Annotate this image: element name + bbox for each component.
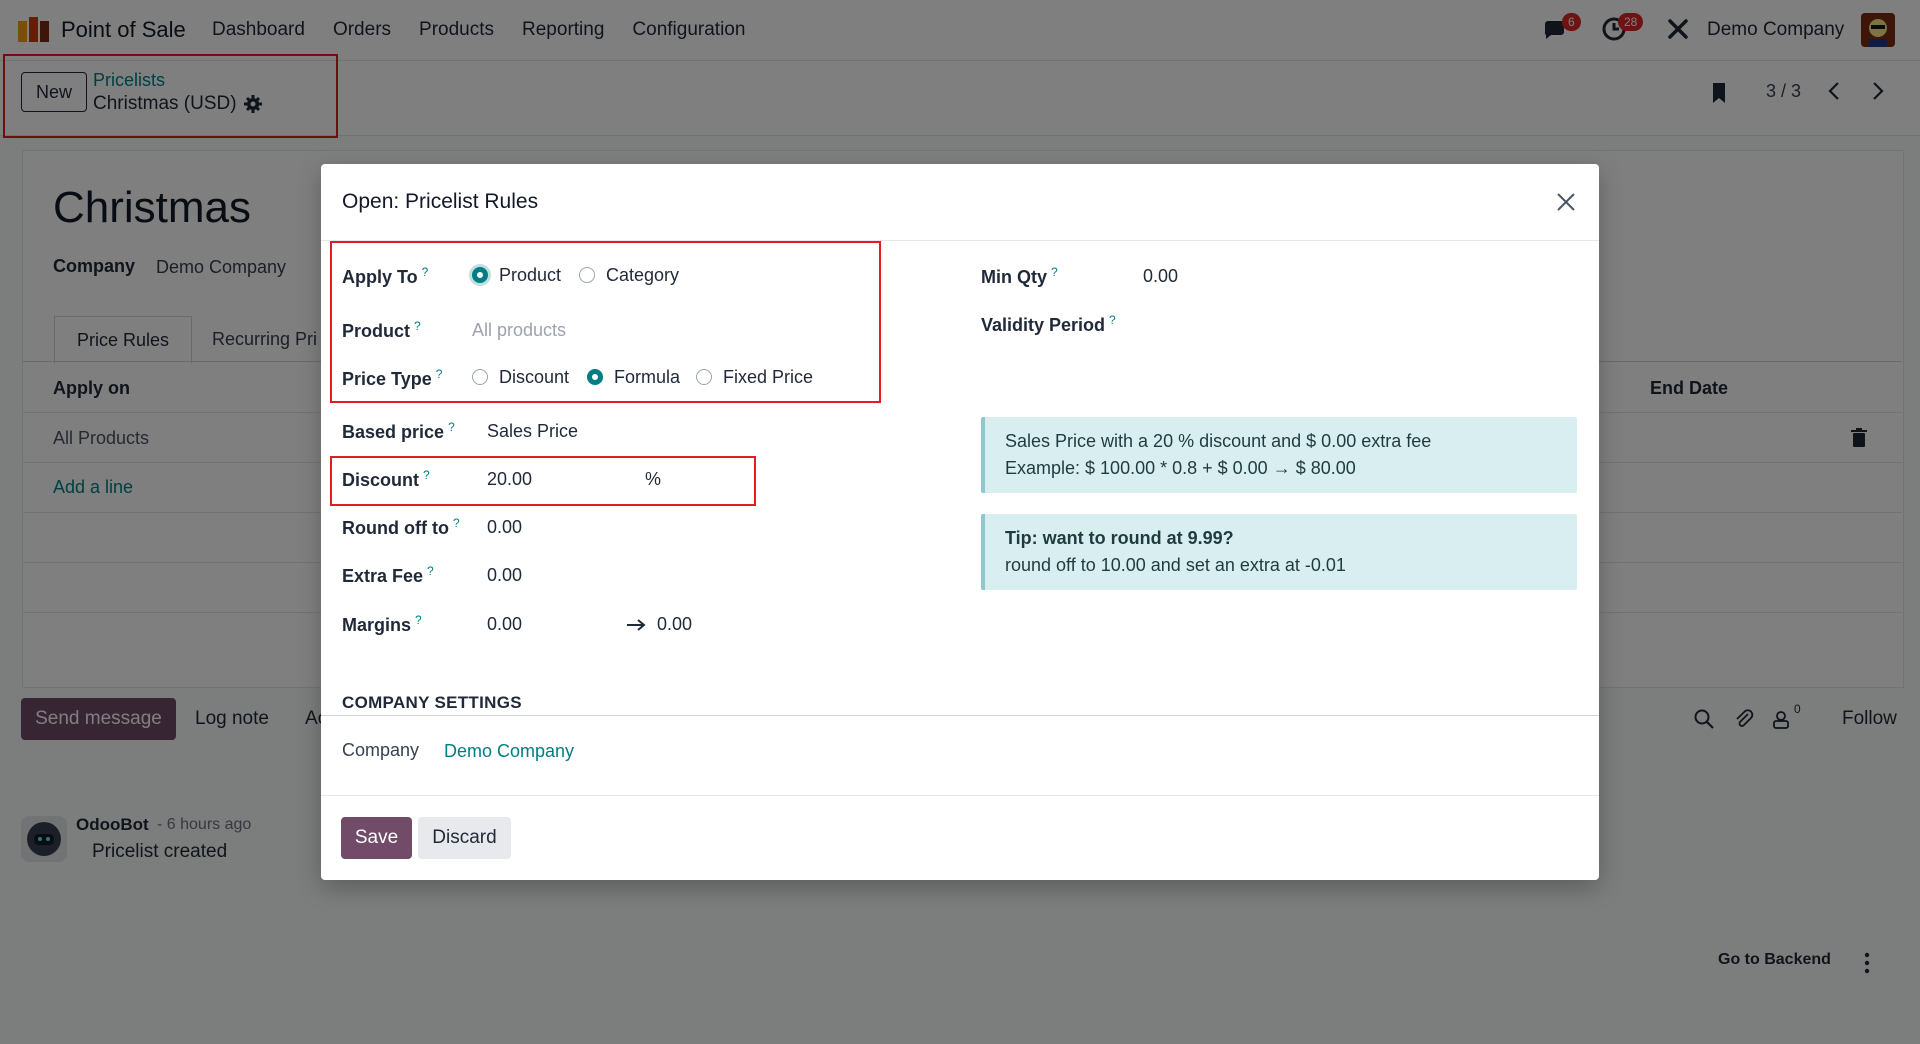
help-icon[interactable]: ? — [427, 564, 434, 578]
price-info-line1: Sales Price with a 20 % discount and $ 0… — [1005, 431, 1432, 451]
price-type-discount-radio[interactable] — [472, 369, 488, 385]
help-icon[interactable]: ? — [436, 367, 443, 381]
dialog-title: Open: Pricelist Rules — [342, 190, 539, 213]
price-type-label: Price Type? — [342, 367, 443, 389]
based-price-select[interactable]: Sales Price — [487, 421, 578, 442]
price-type-formula-radio[interactable] — [587, 369, 603, 385]
arrow-right-icon — [627, 619, 646, 631]
company-settings-value[interactable]: Demo Company — [444, 741, 574, 762]
close-icon[interactable] — [1555, 191, 1577, 213]
price-type-fixed-label[interactable]: Fixed Price — [723, 367, 813, 388]
tip-body: round off to 10.00 and set an extra at -… — [1005, 555, 1346, 575]
extra-fee-input[interactable]: 0.00 — [487, 565, 522, 586]
validity-period-label: Validity Period? — [981, 313, 1116, 335]
help-icon[interactable]: ? — [453, 516, 460, 530]
discount-unit: % — [645, 469, 662, 489]
apply-to-product-label[interactable]: Product — [499, 265, 561, 286]
help-icon[interactable]: ? — [422, 265, 429, 279]
product-label: Product? — [342, 319, 421, 341]
min-qty-label: Min Qty? — [981, 265, 1058, 287]
margins-label: Margins? — [342, 613, 422, 635]
help-icon[interactable]: ? — [1051, 265, 1058, 279]
price-type-fixed-radio[interactable] — [696, 369, 712, 385]
company-settings-title: COMPANY SETTINGS — [342, 693, 522, 712]
pricelist-rule-dialog: Open: Pricelist Rules Apply To? Product … — [321, 164, 1599, 880]
help-icon[interactable]: ? — [423, 468, 430, 482]
extra-fee-label: Extra Fee? — [342, 564, 434, 586]
discount-label: Discount? — [342, 468, 430, 490]
discount-input[interactable]: 20.00 — [487, 469, 532, 490]
discard-button[interactable]: Discard — [418, 817, 511, 859]
product-field[interactable]: All products — [472, 320, 566, 341]
min-margin-input[interactable]: 0.00 — [487, 614, 522, 635]
apply-to-product-radio[interactable] — [472, 267, 488, 283]
tip-title: Tip: want to round at 9.99? — [1005, 528, 1234, 548]
price-type-discount-label[interactable]: Discount — [499, 367, 569, 388]
save-button[interactable]: Save — [341, 817, 412, 859]
dialog-footer-divider — [321, 795, 1599, 796]
apply-to-category-radio[interactable] — [579, 267, 595, 283]
price-type-formula-label[interactable]: Formula — [614, 367, 680, 388]
round-off-label: Round off to? — [342, 516, 460, 538]
rounding-tip-alert: Tip: want to round at 9.99? round off to… — [981, 514, 1577, 590]
help-icon[interactable]: ? — [414, 319, 421, 333]
company-settings-label: Company — [342, 740, 420, 760]
min-qty-input[interactable]: 0.00 — [1143, 266, 1178, 287]
apply-to-category-label[interactable]: Category — [606, 265, 679, 286]
help-icon[interactable]: ? — [415, 613, 422, 627]
price-info-alert: Sales Price with a 20 % discount and $ 0… — [981, 417, 1577, 493]
help-icon[interactable]: ? — [448, 420, 455, 434]
based-price-label: Based price? — [342, 420, 455, 442]
help-icon[interactable]: ? — [1109, 313, 1116, 327]
price-info-line2: Example: $ 100.00 * 0.8 + $ 0.00 → $ 80.… — [1005, 458, 1356, 478]
apply-to-label: Apply To? — [342, 265, 429, 287]
max-margin-input[interactable]: 0.00 — [657, 614, 692, 635]
round-off-input[interactable]: 0.00 — [487, 517, 522, 538]
section-divider — [321, 715, 1599, 716]
